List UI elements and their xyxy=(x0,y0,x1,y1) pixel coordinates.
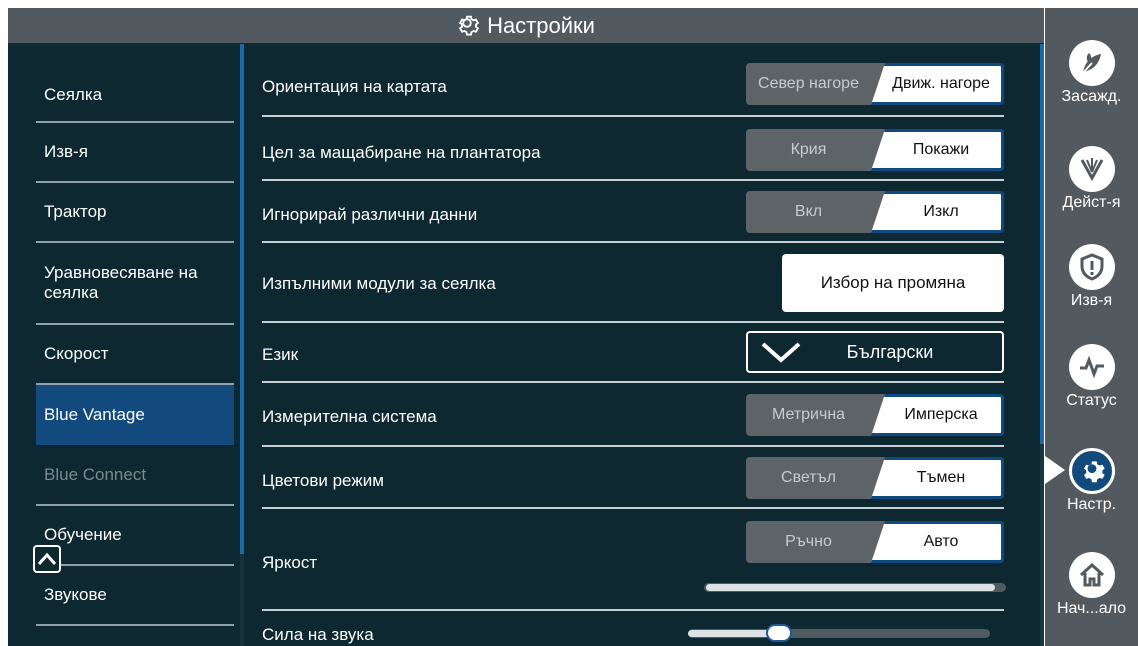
nav-item-label: Статус xyxy=(1066,392,1117,409)
brightness-slider-fill xyxy=(706,584,995,591)
toggle-option-off[interactable]: Вкл xyxy=(746,191,871,233)
setting-row-units: Измерителна система Метрична Имперска xyxy=(262,383,1004,447)
toggle-option-on[interactable]: Имперска xyxy=(871,394,1004,436)
setting-label: Цел за мащабиране на плантатора xyxy=(262,143,541,162)
planting-icon xyxy=(1068,40,1115,86)
setting-label: Език xyxy=(262,345,299,364)
toggle-option-off[interactable]: Крия xyxy=(746,129,871,171)
sidebar-item-label: Обучение xyxy=(44,525,122,544)
volume-slider-handle[interactable] xyxy=(766,624,792,642)
toggle-option-off[interactable]: Метрична xyxy=(746,394,871,436)
setting-label: Изпълними модули за сеялка xyxy=(262,274,496,293)
sidebar-item-label: Сеялка xyxy=(44,85,103,104)
sidebar-item-label: Уравновесяване на сеялка xyxy=(44,263,198,302)
sidebar-item-label: Изв-я xyxy=(44,142,88,161)
language-value: Български xyxy=(846,341,934,362)
toggle-option-on[interactable]: Авто xyxy=(871,521,1004,563)
sidebar-item-alerts[interactable]: Изв-я xyxy=(36,123,234,183)
main-scrollbar-thumb[interactable] xyxy=(1040,44,1044,444)
sidebar-item-label: Blue Connect xyxy=(44,464,147,484)
page-header: Настройки xyxy=(8,8,1044,43)
home-icon xyxy=(1068,552,1115,598)
nav-item-label: Нач...ало xyxy=(1056,600,1127,617)
nav-item-label: Дейст-я xyxy=(1062,194,1121,211)
sidebar-item-label: Blue Vantage xyxy=(44,405,145,424)
settings-panel: Ориентация на картата Север нагоре Движ.… xyxy=(244,43,1044,646)
setting-row-color-mode: Цветови режим Светъл Тъмен xyxy=(262,447,1004,509)
nav-item-alerts[interactable]: Изв-я xyxy=(1045,244,1138,310)
sidebar-item-label: Трактор xyxy=(44,202,107,221)
toggle-option-on[interactable]: Покажи xyxy=(871,129,1004,171)
nav-item-label: Засажд. xyxy=(1061,88,1122,105)
nav-item-status[interactable]: Статус xyxy=(1045,344,1138,410)
toggle-option-on[interactable]: Изкл xyxy=(871,191,1004,233)
chevron-up-icon xyxy=(37,552,57,565)
setting-label: Цветови режим xyxy=(262,471,384,490)
units-toggle[interactable]: Метрична Имперска xyxy=(746,394,1004,436)
setting-row-ignore-data: Игнорирай различни данни Вкл Изкл xyxy=(262,181,1004,243)
left-border xyxy=(0,0,8,646)
sidebar-item-blue-connect[interactable]: Blue Connect xyxy=(36,445,234,506)
sidebar-item-blue-vantage[interactable]: Blue Vantage xyxy=(36,385,234,445)
sidebar-item-training[interactable]: Обучение xyxy=(36,506,234,566)
toggle-option-on[interactable]: Тъмен xyxy=(871,457,1004,499)
setting-row-map-orientation: Ориентация на картата Север нагоре Движ.… xyxy=(262,43,1004,117)
brightness-slider[interactable] xyxy=(704,583,1006,592)
setting-label: Яркост xyxy=(262,553,318,572)
setting-label: Измерителна система xyxy=(262,407,437,426)
gear-icon xyxy=(458,15,480,35)
map-orientation-toggle[interactable]: Север нагоре Движ. нагоре xyxy=(746,63,1004,105)
alerts-shield-icon xyxy=(1068,244,1115,290)
setting-row-planter-modules: Изпълними модули за сеялка Избор на пром… xyxy=(262,243,1004,323)
sidebar-item-speed[interactable]: Скорост xyxy=(36,325,234,385)
volume-slider[interactable] xyxy=(688,624,990,642)
brightness-mode-toggle[interactable]: Ръчно Авто xyxy=(746,521,1004,563)
app-frame: Настройки Сеялка Изв-я Трактор Уравновес… xyxy=(0,0,1138,646)
setting-row-planter-zoom: Цел за мащабиране на плантатора Крия Пок… xyxy=(262,117,1004,181)
setting-label: Сила на звука xyxy=(262,625,374,644)
page-title: Настройки xyxy=(487,12,595,38)
sidebar-item-label: Звукове xyxy=(44,585,107,604)
toggle-option-off[interactable]: Светъл xyxy=(746,457,871,499)
sidebar-item-tractor[interactable]: Трактор xyxy=(36,183,234,243)
sidebar-item-planter-balance[interactable]: Уравновесяване на сеялка xyxy=(36,243,234,325)
sidebar-item-sounds[interactable]: Звукове xyxy=(36,566,234,626)
nav-item-actions[interactable]: Дейст-я xyxy=(1045,146,1138,212)
nav-item-planting[interactable]: Засажд. xyxy=(1045,40,1138,106)
sidebar-item-planter[interactable]: Сеялка xyxy=(36,69,234,123)
setting-label: Игнорирай различни данни xyxy=(262,205,478,224)
settings-gear-icon xyxy=(1068,448,1115,494)
chevron-down-icon xyxy=(761,342,801,363)
toggle-option-off[interactable]: Ръчно xyxy=(746,521,871,563)
status-pulse-icon xyxy=(1068,344,1115,390)
color-mode-toggle[interactable]: Светъл Тъмен xyxy=(746,457,1004,499)
language-dropdown[interactable]: Български xyxy=(746,331,1004,373)
nav-item-settings[interactable]: Настр. xyxy=(1045,448,1138,514)
nav-item-home[interactable]: Нач...ало xyxy=(1045,552,1138,618)
toggle-option-off[interactable]: Север нагоре xyxy=(746,63,871,105)
actions-icon xyxy=(1068,146,1115,192)
scroll-to-top-button[interactable] xyxy=(33,545,61,573)
nav-item-label: Изв-я xyxy=(1070,292,1113,309)
right-navigation: Засажд. Дейст-я Изв-я Статус Настр. Нач.… xyxy=(1045,8,1138,646)
select-change-button[interactable]: Избор на промяна xyxy=(782,254,1004,312)
setting-row-volume: Сила на звука xyxy=(262,611,1004,646)
planter-zoom-toggle[interactable]: Крия Покажи xyxy=(746,129,1004,171)
toggle-option-on[interactable]: Движ. нагоре xyxy=(871,63,1004,105)
ignore-data-toggle[interactable]: Вкл Изкл xyxy=(746,191,1004,233)
setting-label: Ориентация на картата xyxy=(262,77,447,96)
nav-item-label: Настр. xyxy=(1066,496,1117,513)
setting-row-language: Език Български xyxy=(262,323,1004,383)
sidebar-item-label: Скорост xyxy=(44,344,109,363)
setting-row-brightness: Яркост Ръчно Авто xyxy=(262,509,1006,611)
